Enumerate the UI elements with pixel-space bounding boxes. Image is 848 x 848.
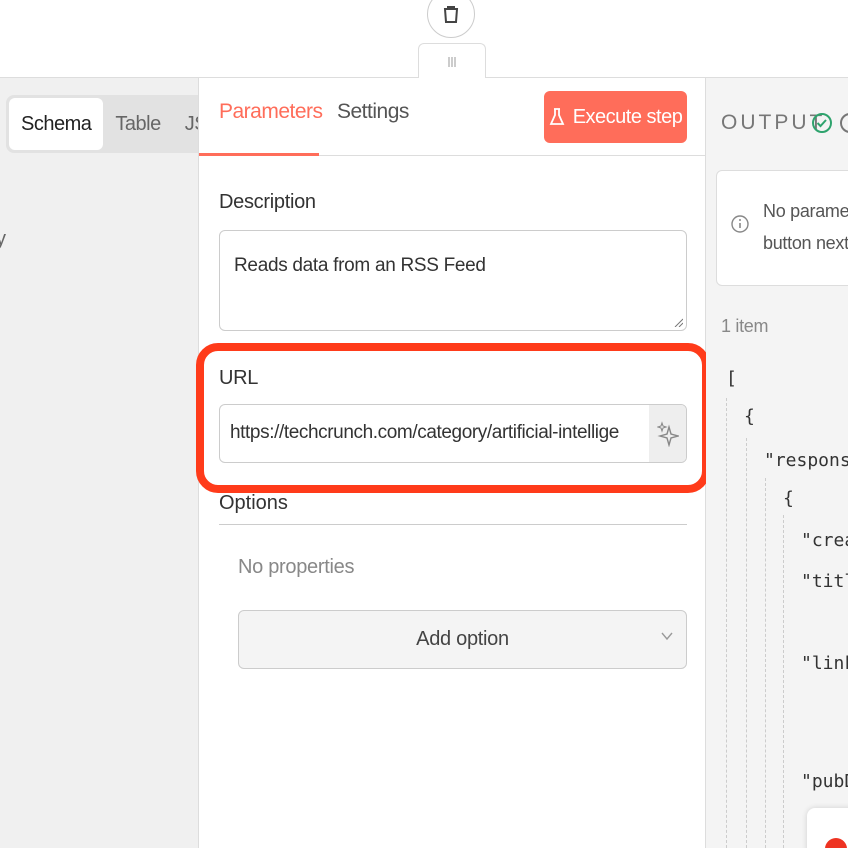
json-key-title[interactable]: "title [801,571,848,592]
json-inner-brace: { [783,488,794,509]
info-outline-icon [840,113,848,133]
view-tab-schema[interactable]: Schema [9,98,104,150]
json-guide-line [746,438,747,848]
json-key-created[interactable]: "creat [801,530,848,551]
input-partial-text: y [0,228,6,250]
description-field[interactable]: Reads data from an RSS Feed [219,230,687,331]
json-key-link[interactable]: "link" [801,653,848,674]
description-value: Reads data from an RSS Feed [234,255,486,276]
item-count: 1 item [721,316,769,336]
execute-step-button[interactable]: Execute step [544,91,687,143]
tab-settings[interactable]: Settings [337,100,409,124]
tab-parameters[interactable]: Parameters [219,100,323,124]
chevron-down-icon [661,632,673,641]
view-tabs: Schema Table JSON [6,95,237,153]
delete-node-button[interactable] [427,0,475,38]
json-guide-line [765,478,766,848]
json-open-brace: { [744,406,755,427]
top-bar [0,0,848,79]
json-open-bracket: [ [726,368,737,389]
output-title: OUTPUT [721,111,826,134]
json-key-response[interactable]: "response" [764,450,848,471]
active-tab-indicator [199,153,319,156]
flask-icon [549,108,565,125]
view-tab-table[interactable]: Table [103,98,172,150]
trash-icon [443,6,459,23]
parameters-panel: Parameters Settings Execute step Descrip… [196,78,710,848]
input-panel: Schema Table JSON y [0,78,237,848]
json-guide-line [726,398,727,848]
notice-text: No parameters are set up to be filled by… [763,195,848,259]
add-option-dropdown[interactable]: Add option [238,610,687,669]
execute-step-label: Execute step [572,105,683,128]
info-icon [731,215,749,233]
ai-parameters-notice: No parameters are set up to be filled by… [716,170,848,286]
notice-line-2: button next to a parameter [763,233,848,253]
panel-drag-handle[interactable] [418,43,486,79]
record-dot-icon [825,838,847,848]
options-divider [219,524,687,525]
options-label: Options [219,492,288,514]
json-key-pubdate[interactable]: "pubDa [801,771,848,792]
notice-line-1: No parameters are set up to be filled by… [763,201,848,221]
json-guide-line [783,515,784,848]
description-label: Description [219,191,316,213]
grip-icon [448,56,456,67]
node-tabs: Parameters Settings Execute step [199,78,705,156]
url-highlight-annotation [196,343,710,493]
success-check-icon [812,113,832,133]
add-option-label: Add option [416,628,509,650]
resize-grip-icon[interactable] [673,317,683,327]
floating-widget[interactable] [807,808,848,848]
output-panel: OUTPUT No parameters are set up to be fi… [706,78,848,848]
no-properties-text: No properties [238,556,355,578]
